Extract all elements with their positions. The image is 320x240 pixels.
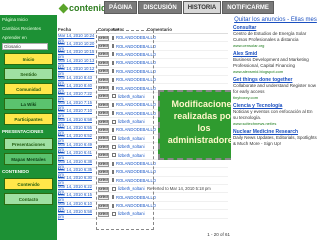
ad-body: Noticias y eventos con enfocación al En … [233,109,313,120]
sidebar-button-mapas[interactable]: Mapas Mentales [4,153,53,165]
sidebar-button-wiki[interactable]: La Wiki [4,98,53,110]
ad-body: Daily News Updates, Editorials, Spotligh… [233,135,317,146]
tab-notificarme[interactable]: NOTIFICARME [222,1,274,14]
ad-url[interactable]: www.alexsmid.blogspot.com [233,69,318,75]
pagination-info: 1 - 20 of 61 [207,232,230,237]
ad-item[interactable]: Get things done together Collaborate and … [231,76,320,102]
sidebar: Página Inicio Cambios Recientes Aprender… [0,15,57,240]
ad-item[interactable]: Nuclear Medicine Research Daily News Upda… [231,128,320,148]
ads-column: Quitar los anuncios - Ellas mes Consulta… [231,15,320,240]
ad-url[interactable]: www.scitechnews.net/es [233,121,318,127]
ad-item[interactable]: Alex Smid Business Development and Market… [231,50,320,76]
comment-text: Reverted to Mar 14, 2010 5:18 pm [147,186,211,192]
revision-date-link[interactable]: Mar 14, 2010 5:58 pm [58,209,98,219]
highlight-box [96,30,154,230]
sidebar-button-contacto[interactable]: Contacto [4,193,53,205]
sidebar-button-sentido[interactable]: Sentido [4,68,53,80]
sidebar-link-recent-changes[interactable]: Cambios Recientes [0,24,57,33]
page-tabs: PÁGINA DISCUSIÓN HISTORIA NOTIFICARME [104,1,275,14]
ad-url[interactable]: www.censolar.org [233,43,318,49]
top-navigation-bar: contenido PÁGINA DISCUSIÓN HISTORIA NOTI… [0,0,320,15]
ad-url[interactable]: tinyboxxy.com [233,95,318,101]
sidebar-button-contenido[interactable]: Contenido [4,178,53,190]
sidebar-section-contenido: CONTENIDO [2,169,29,174]
sidebar-button-presentaciones[interactable]: Presentaciones [4,138,53,150]
sidebar-link-learn[interactable]: Aprender en [0,33,57,42]
tab-historia[interactable]: HISTORIA [182,1,222,14]
ad-body: Collaborate and understand Register now … [233,83,317,94]
logo-icon [58,3,69,13]
sidebar-button-inicio[interactable]: Inicio [4,53,53,65]
remove-ads-link[interactable]: Quitar los anuncios - Ellas mes [231,15,320,24]
sidebar-button-comunidad[interactable]: Comunidad [4,83,53,95]
header-comment: Comentario [147,27,173,32]
sidebar-link-home[interactable]: Página Inicio [0,15,57,24]
ad-item[interactable]: Ciencia y Tecnología Noticias y eventos c… [231,102,320,128]
sidebar-select[interactable]: Glosario [2,43,48,50]
sidebar-section-presentaciones: PRESENTACIONES [2,129,44,134]
ad-item[interactable]: Consultar Centro de Estudios de Energía S… [231,24,320,50]
tab-discusion[interactable]: DISCUSIÓN [138,1,182,14]
ad-body: Centro de Estudios de Energía Solar Curs… [233,31,307,42]
ad-body: Business Development and Marketing Profe… [233,57,309,68]
header-date: Fecha [58,27,72,32]
ads-list: Consultar Centro de Estudios de Energía S… [231,24,320,148]
tab-pagina[interactable]: PÁGINA [104,1,138,14]
sidebar-button-participantes[interactable]: Participantes [4,113,53,125]
